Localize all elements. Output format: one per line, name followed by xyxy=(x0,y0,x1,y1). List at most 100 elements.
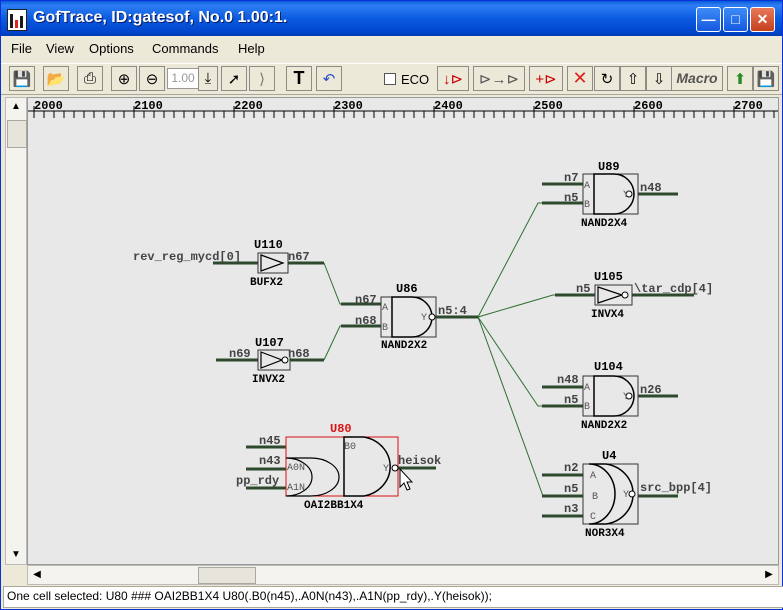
title-bar[interactable]: GofTrace, ID:gatesof, No.0 1.00:1. — □ ✕ xyxy=(1,1,782,36)
app-window: GofTrace, ID:gatesof, No.0 1.00:1. — □ ✕… xyxy=(0,0,783,610)
net-label: n69 xyxy=(229,347,251,361)
net-label: heisok xyxy=(398,454,441,468)
pin-label: Y xyxy=(623,490,629,501)
macro-button[interactable]: Macro xyxy=(671,66,723,91)
cell-type: NAND2X4 xyxy=(581,218,628,230)
zoom-in-icon[interactable]: ⊕ xyxy=(111,66,137,91)
net-label: n68 xyxy=(288,347,310,361)
net-label: pp_rdy xyxy=(236,474,279,488)
ruler: 2000 2100 2200 2300 2400 2500 2600 2700 xyxy=(28,99,778,118)
vertical-scroll-thumb[interactable] xyxy=(7,120,27,148)
cell-type: OAI2BB1X4 xyxy=(304,500,364,512)
net-label: n5 xyxy=(564,191,578,205)
cell-type: NAND2X2 xyxy=(381,340,427,352)
eco-checkbox[interactable]: ECO xyxy=(384,72,429,87)
ruler-tick-label: 2400 xyxy=(434,99,463,113)
ruler-tick-label: 2200 xyxy=(234,99,263,113)
pin-label: A xyxy=(382,303,388,314)
scroll-right-icon[interactable]: ▶ xyxy=(760,566,778,584)
net-label: n5:4 xyxy=(438,304,467,318)
scroll-up-icon[interactable]: ▲ xyxy=(6,98,26,116)
minimize-icon[interactable]: — xyxy=(696,7,721,32)
pin-label: A0N xyxy=(287,463,305,474)
menu-options[interactable]: Options xyxy=(89,41,134,56)
menu-view[interactable]: View xyxy=(46,41,74,56)
save-as-icon[interactable]: 💾 xyxy=(753,66,779,91)
net-label: n43 xyxy=(259,454,281,468)
cell-id: U104 xyxy=(594,360,623,374)
eco-label: ECO xyxy=(401,72,430,87)
ruler-tick-label: 2700 xyxy=(734,99,763,113)
net-label: n7 xyxy=(564,171,578,185)
schematic-canvas[interactable]: 2000 2100 2200 2300 2400 2500 2600 2700 xyxy=(27,97,779,565)
export-icon[interactable]: ⬆ xyxy=(727,66,753,91)
cell-id: U107 xyxy=(255,336,284,350)
app-icon xyxy=(7,9,27,31)
redo-icon[interactable]: ↻ xyxy=(594,66,620,91)
net-label: n5 xyxy=(576,282,590,296)
net-label: n67 xyxy=(355,293,377,307)
pin-label: A1N xyxy=(287,483,305,494)
net-label: n67 xyxy=(288,250,310,264)
save-icon[interactable]: 💾 xyxy=(9,66,35,91)
pin-label: Y xyxy=(383,464,389,475)
cell-id: U110 xyxy=(254,238,283,252)
eco-checkbox-box[interactable] xyxy=(384,73,396,85)
cell-U110[interactable]: U110 BUFX2 rev_reg_mycd[0] n67 xyxy=(133,238,310,289)
zoom-level-field[interactable]: 1.00 xyxy=(167,68,199,89)
print-icon[interactable]: ⎙ xyxy=(77,66,103,91)
select-arrow-icon[interactable]: ➚ xyxy=(221,66,247,91)
undo-icon[interactable]: ↶ xyxy=(316,66,342,91)
scroll-down-icon[interactable]: ▼ xyxy=(6,546,26,564)
menu-help[interactable]: Help xyxy=(238,41,265,56)
net-label: n2 xyxy=(564,461,578,475)
menu-bar: File View Options Commands Help xyxy=(1,36,782,60)
down-arrow-icon[interactable]: ⇩ xyxy=(646,66,672,91)
net-label: n68 xyxy=(355,314,377,328)
text-tool-icon[interactable]: T xyxy=(286,66,312,91)
cell-id: U86 xyxy=(396,282,418,296)
toolbar: 💾 📂 ⎙ ⊕ ⊖ 1.00 ⤓ ➚ ⟩ T ↶ ECO ↓⊳ ⊳→⊳ +⊳ ✕… xyxy=(1,63,782,95)
cell-U80[interactable]: U80 OAI2BB1X4 B0 A0N A1N Y n45 n43 pp_rd… xyxy=(236,422,441,512)
close-icon[interactable]: ✕ xyxy=(750,7,775,32)
wire-arrow-icon[interactable]: ⟩ xyxy=(249,66,275,91)
pin-label: B xyxy=(584,200,590,211)
maximize-icon[interactable]: □ xyxy=(723,7,748,32)
net-label: n5 xyxy=(564,482,578,496)
net-n5-fanout[interactable] xyxy=(323,202,595,497)
delete-icon[interactable]: ✕ xyxy=(567,66,593,91)
scroll-left-icon[interactable]: ◀ xyxy=(28,566,46,584)
pin-label: B0 xyxy=(344,442,356,453)
insert-chain-icon[interactable]: ⊳→⊳ xyxy=(473,66,525,91)
pin-label: A xyxy=(584,181,590,192)
open-folder-icon[interactable]: 📂 xyxy=(43,66,69,91)
window-title: GofTrace, ID:gatesof, No.0 1.00:1. xyxy=(33,9,288,26)
net-label: src_bpp[4] xyxy=(640,481,712,495)
vertical-scrollbar[interactable]: ▲ ▼ xyxy=(5,97,27,565)
add-cell-icon[interactable]: +⊳ xyxy=(529,66,563,91)
menu-file[interactable]: File xyxy=(11,41,32,56)
pin-label: A xyxy=(584,383,590,394)
net-label: n48 xyxy=(557,373,579,387)
cell-id: U80 xyxy=(330,422,352,436)
cell-type: BUFX2 xyxy=(250,277,283,289)
cell-U86[interactable]: U86 NAND2X2 A B Y n67 n68 n5:4 xyxy=(355,282,467,352)
horizontal-scroll-thumb[interactable] xyxy=(198,567,256,584)
menu-commands[interactable]: Commands xyxy=(152,41,218,56)
schematic-svg: 2000 2100 2200 2300 2400 2500 2600 2700 xyxy=(28,99,778,540)
up-arrow-icon[interactable]: ⇧ xyxy=(620,66,646,91)
cell-id: U105 xyxy=(594,270,623,284)
ruler-tick-label: 2300 xyxy=(334,99,363,113)
ruler-tick-label: 2500 xyxy=(534,99,563,113)
zoom-out-icon[interactable]: ⊖ xyxy=(139,66,165,91)
cell-U4[interactable]: U4 NOR3X4 A B C Y n2 n5 n3 src_bpp[4] xyxy=(564,449,712,540)
horizontal-scrollbar[interactable]: ◀ ▶ xyxy=(27,565,779,585)
pin-label: A xyxy=(590,471,596,482)
download-icon[interactable]: ⤓ xyxy=(198,66,218,91)
cell-U104[interactable]: U104 NAND2X2 A B Y n48 n5 n26 xyxy=(557,360,662,432)
net-label: n45 xyxy=(259,434,281,448)
insert-gate-icon[interactable]: ↓⊳ xyxy=(437,66,469,91)
cell-type: INVX4 xyxy=(591,309,624,321)
pin-label: Y xyxy=(623,190,629,201)
cell-U105[interactable]: U105 INVX4 n5 \tar_cdp[4] xyxy=(576,270,713,321)
